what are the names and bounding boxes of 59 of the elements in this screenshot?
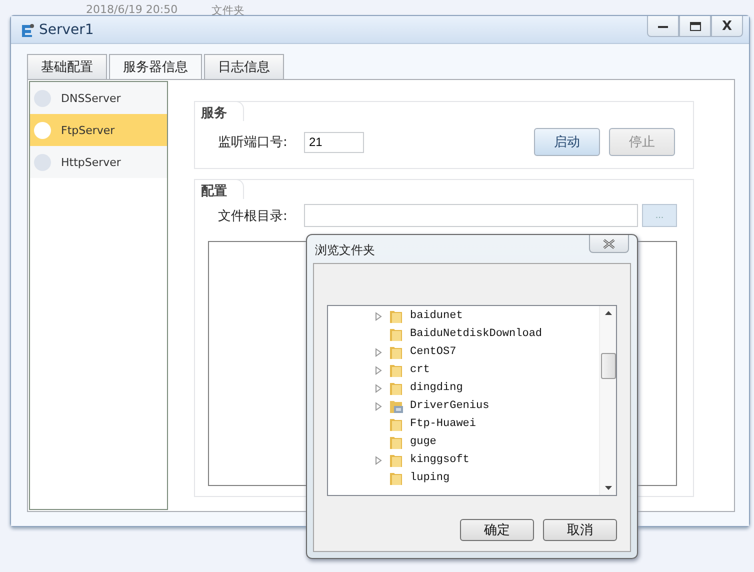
scroll-thumb[interactable] <box>600 353 616 379</box>
tab[interactable]: 日志信息 <box>204 54 284 79</box>
expand-arrow-icon[interactable] <box>375 312 382 320</box>
expand-arrow-icon[interactable] <box>375 348 382 356</box>
server-item[interactable]: FtpServer <box>30 114 167 146</box>
folder-name[interactable]: crt <box>410 364 430 376</box>
folder-icon <box>389 470 404 486</box>
close-icon <box>603 238 615 248</box>
expand-arrow-icon[interactable] <box>375 402 382 410</box>
folder-name[interactable]: Ftp-Huawei <box>410 418 476 430</box>
status-circle-icon <box>34 154 51 170</box>
status-circle-icon <box>34 90 51 106</box>
tab[interactable]: 服务器信息 <box>109 54 202 79</box>
server-item[interactable]: HttpServer <box>30 146 167 178</box>
start-button[interactable]: 启动 <box>534 128 600 156</box>
folder-icon <box>389 434 404 450</box>
expand-arrow-icon[interactable] <box>375 456 382 464</box>
folder-icon <box>389 344 404 360</box>
scroll-up-icon <box>604 311 612 315</box>
tab[interactable]: 基础配置 <box>27 54 107 79</box>
close-button[interactable]: X <box>711 16 743 37</box>
maximize-button[interactable] <box>679 16 711 37</box>
close-button[interactable] <box>589 235 629 253</box>
folder-name[interactable]: luping <box>410 472 450 484</box>
folder-with-program-icon <box>389 398 404 414</box>
scrollbar[interactable] <box>599 306 616 495</box>
server-name: HttpServer <box>61 156 121 168</box>
folder-icon <box>389 452 404 468</box>
folder-name[interactable]: BaiduNetdiskDownload <box>410 328 542 340</box>
minimize-button[interactable] <box>647 16 679 37</box>
folder-name[interactable]: kinggsoft <box>410 454 470 466</box>
date-text: 2018/6/19 20:50 <box>86 3 178 18</box>
maximize-icon <box>690 22 700 30</box>
folder-name[interactable]: dingding <box>410 382 463 394</box>
port-label: 监听端口号: <box>218 134 288 151</box>
folder-icon <box>389 326 404 342</box>
server-item[interactable]: DNSServer <box>30 82 167 114</box>
port-field[interactable]: 21 <box>304 132 364 152</box>
folder-icon <box>389 308 404 324</box>
server-name: DNSServer <box>61 92 121 104</box>
window-title: Server1 <box>39 22 94 38</box>
folder-name[interactable]: CentOS7 <box>410 346 456 358</box>
root-directory-label: 文件根目录: <box>218 208 288 224</box>
minimize-icon <box>658 24 668 28</box>
status-circle-icon <box>34 122 51 138</box>
server-name: FtpServer <box>61 124 115 136</box>
expand-arrow-icon[interactable] <box>375 384 382 392</box>
folder-name[interactable]: DriverGenius <box>410 400 490 412</box>
folder-icon <box>389 362 404 378</box>
dialog-title: 浏览文件夹 <box>314 242 375 259</box>
folder-name[interactable]: baidunet <box>410 310 463 322</box>
root-directory-field[interactable] <box>304 204 638 227</box>
folder-icon <box>389 416 404 432</box>
folder-name[interactable]: guge <box>410 436 436 448</box>
folder-icon <box>389 380 404 396</box>
ok-button[interactable]: 确定 <box>460 519 534 541</box>
cancel-button[interactable]: 取消 <box>543 519 617 541</box>
expand-arrow-icon[interactable] <box>375 366 382 374</box>
type-text: 文件夹 <box>212 3 245 18</box>
